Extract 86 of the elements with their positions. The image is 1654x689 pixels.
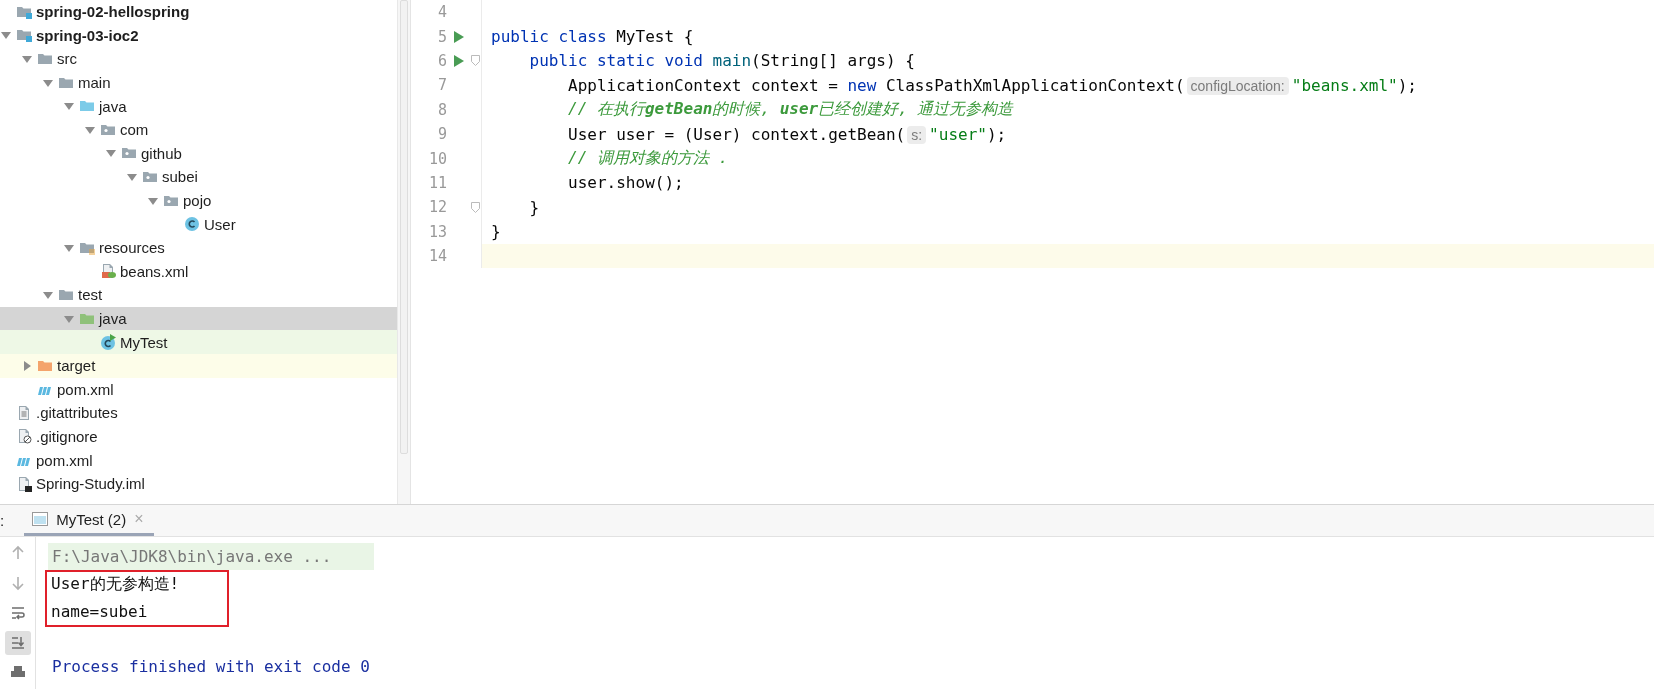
tree-item-label: main xyxy=(78,74,111,92)
tree-item[interactable]: Spring-Study.iml xyxy=(0,471,397,496)
tree-item[interactable]: MyTest xyxy=(0,330,397,354)
class-icon xyxy=(184,216,200,233)
line-number: 12 xyxy=(427,198,447,217)
tree-item[interactable]: target xyxy=(0,353,397,378)
code-line: public class MyTest { xyxy=(490,27,694,47)
scroll-to-end-icon[interactable] xyxy=(9,635,26,651)
line-number: 13 xyxy=(427,222,447,241)
line-number: 4 xyxy=(436,3,447,22)
tree-item-label: java xyxy=(99,97,127,115)
tree-item[interactable]: resources xyxy=(0,235,397,260)
tree-item[interactable]: User xyxy=(0,212,397,236)
ignored-file-icon xyxy=(16,428,32,445)
code-line: public static void main(String[] args) { xyxy=(528,51,915,71)
tree-item[interactable]: java xyxy=(0,94,397,118)
run-icon[interactable] xyxy=(454,30,464,43)
run-icon[interactable] xyxy=(454,54,464,67)
tree-item[interactable]: github xyxy=(0,141,397,166)
line-number: 10 xyxy=(427,149,447,168)
line-number: 14 xyxy=(427,247,447,266)
scrollbar-thumb[interactable] xyxy=(400,0,408,454)
code-line: User user = (User) context.getBean( s: "user"); xyxy=(567,124,1007,144)
tree-item[interactable]: test xyxy=(0,283,397,307)
collapsed-arrow-icon[interactable] xyxy=(21,359,33,372)
tree-item-label: pom.xml xyxy=(36,451,93,469)
tree-item-label: pom.xml xyxy=(57,380,114,398)
soft-wrap-icon[interactable] xyxy=(9,605,26,621)
run-tab[interactable]: MyTest (2) × xyxy=(24,505,154,536)
tree-item[interactable]: .gitattributes xyxy=(0,401,397,425)
console-icon xyxy=(32,512,49,526)
code-line: } xyxy=(528,197,540,217)
tree-item[interactable]: subei xyxy=(0,165,397,189)
tree-item-label: User xyxy=(204,215,236,233)
line-number: 8 xyxy=(436,100,447,119)
tree-item[interactable]: spring-03-ioc2 xyxy=(0,23,397,48)
tree-item[interactable]: pom.xml xyxy=(0,377,397,402)
code-line: // 在执行getBean的时候, user已经创建好, 通过无参构造 xyxy=(567,99,1014,121)
line-number: 6 xyxy=(436,51,447,70)
tree-item[interactable]: spring-02-hellospring xyxy=(0,0,397,24)
tree-item-label: spring-02-hellospring xyxy=(36,3,190,21)
console-line: name=subei xyxy=(50,600,149,623)
fold-marker-icon[interactable] xyxy=(471,55,480,67)
tree-item-label: .gitignore xyxy=(36,428,98,445)
line-number: 5 xyxy=(436,27,447,46)
tree-item-label: java xyxy=(99,310,127,327)
down-arrow-icon[interactable] xyxy=(9,575,26,591)
line-number: 11 xyxy=(427,173,447,192)
line-number: 9 xyxy=(436,125,447,144)
tree-item-label: subei xyxy=(162,168,198,186)
tree-item[interactable]: com xyxy=(0,117,397,142)
tree-item-label: pojo xyxy=(183,192,212,210)
xml-file-icon xyxy=(100,263,116,280)
tree-item-label: github xyxy=(141,144,182,162)
code-line: } xyxy=(490,222,501,242)
fold-marker-icon[interactable] xyxy=(471,201,480,213)
tree-item-label: resources xyxy=(99,239,165,257)
tree-item-label: test xyxy=(78,286,103,304)
tree-item-label: Spring-Study.iml xyxy=(36,475,145,493)
tree-item-label: com xyxy=(120,121,149,139)
tree-item-label: target xyxy=(57,357,96,375)
code-line: user.show(); xyxy=(567,173,684,193)
run-class-icon xyxy=(100,334,116,351)
module-file-icon xyxy=(16,475,32,492)
run-label: : xyxy=(0,511,6,531)
text-file-icon xyxy=(16,404,32,421)
line-number: 7 xyxy=(436,76,447,95)
tree-item-label: beans.xml xyxy=(120,262,189,280)
tree-item[interactable]: beans.xml xyxy=(0,259,397,284)
tree-item[interactable]: pojo xyxy=(0,188,397,213)
code-line: ApplicationContext context = new ClassPathXmlApplicationContext( configLocation: "beans.xml"); xyxy=(567,75,1417,95)
tree-item[interactable]: main xyxy=(0,70,397,95)
tree-item[interactable]: src xyxy=(0,47,397,71)
console-line: User的无参构造! xyxy=(50,573,181,596)
console-line: Process finished with exit code 0 xyxy=(51,655,371,678)
tree-item[interactable]: java xyxy=(0,306,397,331)
expanded-arrow-icon[interactable] xyxy=(21,53,33,65)
folder-icon xyxy=(37,51,53,67)
tree-item-label: MyTest xyxy=(120,333,168,351)
module-folder-icon xyxy=(16,27,32,44)
tree-item-label: .gitattributes xyxy=(36,404,118,422)
tree-item[interactable]: pom.xml xyxy=(0,448,397,472)
tree-item[interactable]: .gitignore xyxy=(0,424,397,449)
tree-item-label: spring-03-ioc2 xyxy=(36,26,139,44)
code-line: // 调用对象的方法 . xyxy=(567,148,729,170)
tree-item-label: src xyxy=(57,50,77,68)
